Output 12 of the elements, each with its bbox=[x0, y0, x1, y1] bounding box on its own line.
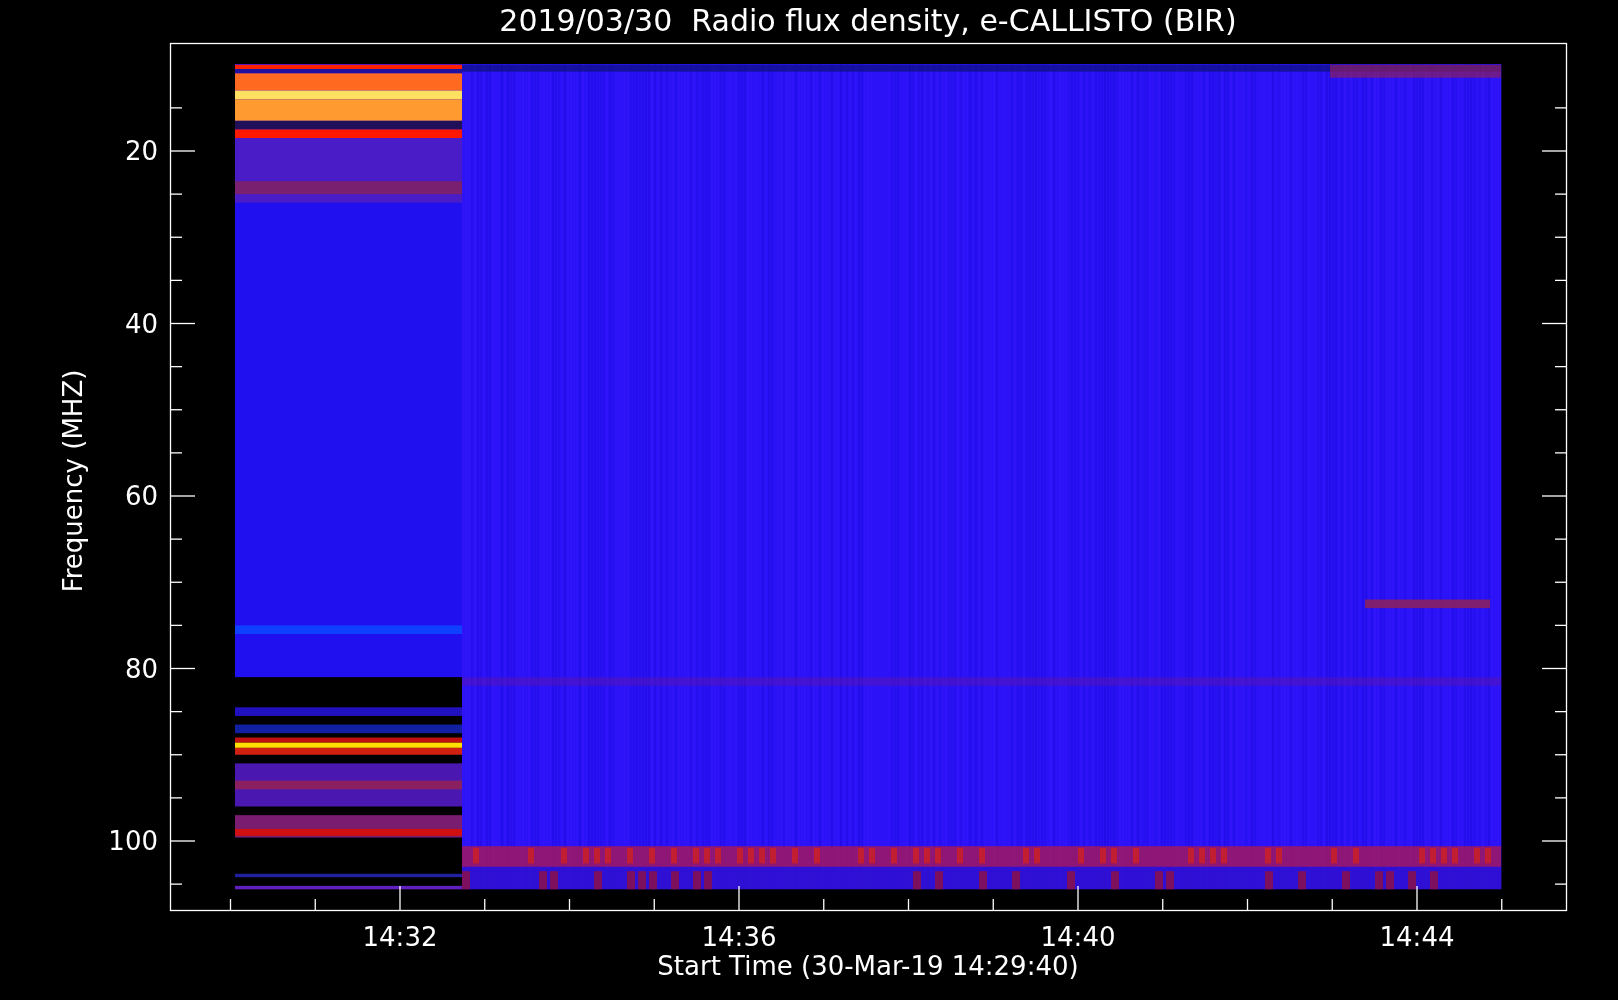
y-tick-label: 60 bbox=[124, 481, 158, 511]
x-axis-label: Start Time (30-Mar-19 14:29:40) bbox=[657, 951, 1079, 981]
chart-title: 2019/03/30 Radio flux density, e-CALLISTO (BIR) bbox=[499, 3, 1237, 38]
x-tick-label: 14:36 bbox=[701, 922, 777, 952]
y-tick-label: 20 bbox=[124, 136, 158, 166]
x-tick-label: 14:32 bbox=[362, 922, 438, 952]
y-axis-label: Frequency (MHZ) bbox=[58, 369, 88, 593]
y-tick-label: 100 bbox=[108, 826, 158, 856]
x-tick-label: 14:44 bbox=[1379, 922, 1455, 952]
y-tick-label: 40 bbox=[124, 308, 158, 339]
y-tick-label: 80 bbox=[124, 653, 158, 684]
x-tick-label: 14:40 bbox=[1040, 922, 1116, 952]
